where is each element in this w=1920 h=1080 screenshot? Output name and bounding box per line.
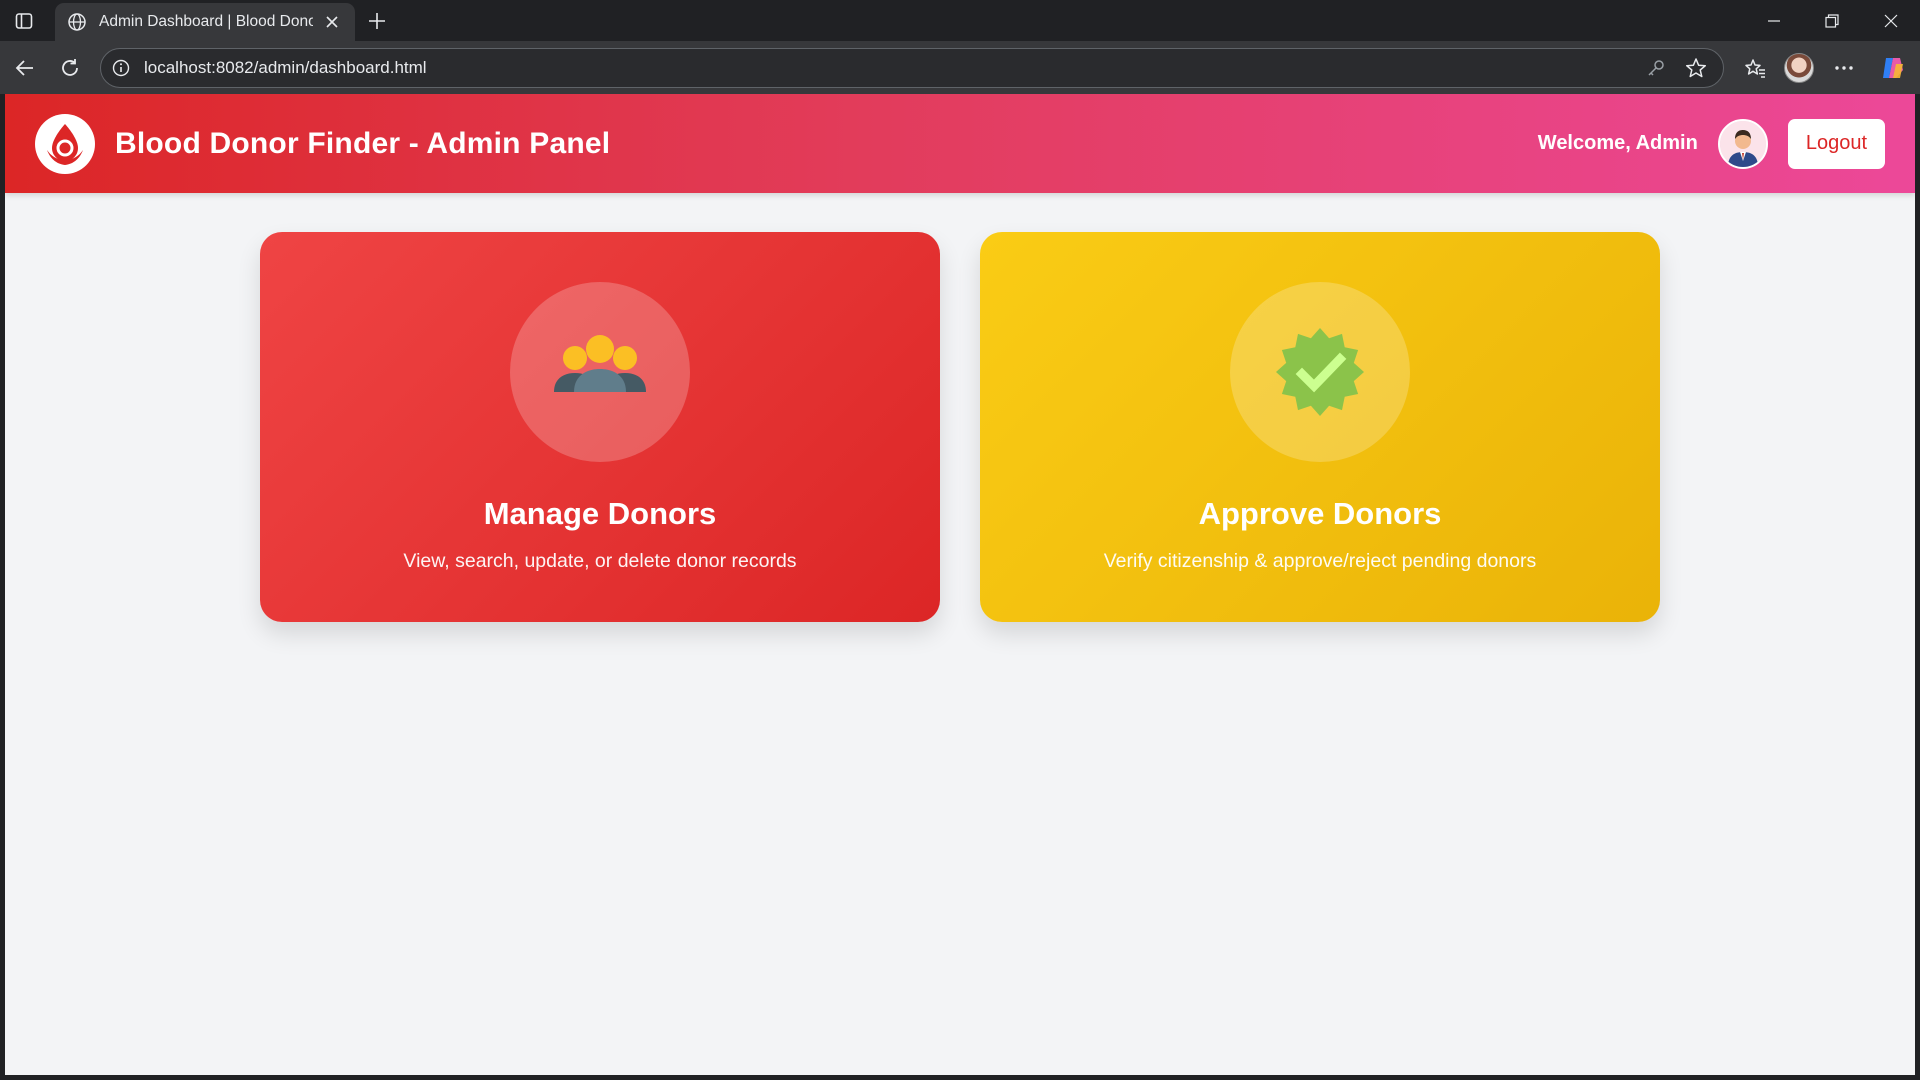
admin-avatar[interactable] [1717,118,1768,169]
app-title: Blood Donor Finder - Admin Panel [115,126,611,160]
verified-badge-icon [1230,282,1410,462]
tab-title: Admin Dashboard | Blood Donor Finder [99,13,313,30]
site-info-icon[interactable] [112,58,132,78]
url-text[interactable]: localhost:8082/admin/dashboard.html [144,58,1643,78]
key-icon[interactable] [1643,55,1669,81]
card-title: Approve Donors [1198,496,1442,531]
more-options-icon[interactable] [1828,52,1860,84]
star-icon[interactable] [1683,55,1709,81]
new-tab-button[interactable] [364,8,390,34]
card-description: Verify citizenship & approve/reject pend… [1103,550,1537,572]
minimize-button[interactable] [1751,7,1797,35]
restore-button[interactable] [1809,7,1855,35]
back-button[interactable] [10,53,40,83]
card-title: Manage Donors [483,496,717,531]
logout-button[interactable]: Logout [1787,118,1885,169]
page-viewport: Blood Donor Finder - Admin Panel Welcome… [5,94,1915,1075]
address-bar[interactable]: localhost:8082/admin/dashboard.html [100,48,1724,88]
close-window-button[interactable] [1868,7,1914,35]
browser-tab-active[interactable]: Admin Dashboard | Blood Donor Finder [55,3,355,41]
users-group-icon [510,282,690,462]
reload-button[interactable] [55,53,85,83]
app-header: Blood Donor Finder - Admin Panel Welcome… [5,94,1915,193]
profile-avatar[interactable] [1783,52,1815,84]
card-description: View, search, update, or delete donor re… [403,550,797,572]
browser-toolbar: localhost:8082/admin/dashboard.html [0,41,1920,94]
manage-donors-card[interactable]: Manage Donors View, search, update, or d… [260,232,940,622]
header-user-area: Welcome, Admin Logout [1537,118,1885,169]
tab-close-icon[interactable] [321,11,343,33]
dashboard-cards: Manage Donors View, search, update, or d… [260,232,1660,622]
approve-donors-card[interactable]: Approve Donors Verify citizenship & appr… [980,232,1660,622]
blood-drop-logo-icon [35,113,95,174]
favorites-icon[interactable] [1739,52,1771,84]
globe-icon [67,12,87,32]
welcome-text: Welcome, Admin [1537,132,1698,154]
copilot-icon[interactable] [1877,52,1909,84]
browser-tabstrip: Admin Dashboard | Blood Donor Finder [0,0,1920,41]
sidebar-toggle-icon[interactable] [12,9,36,33]
